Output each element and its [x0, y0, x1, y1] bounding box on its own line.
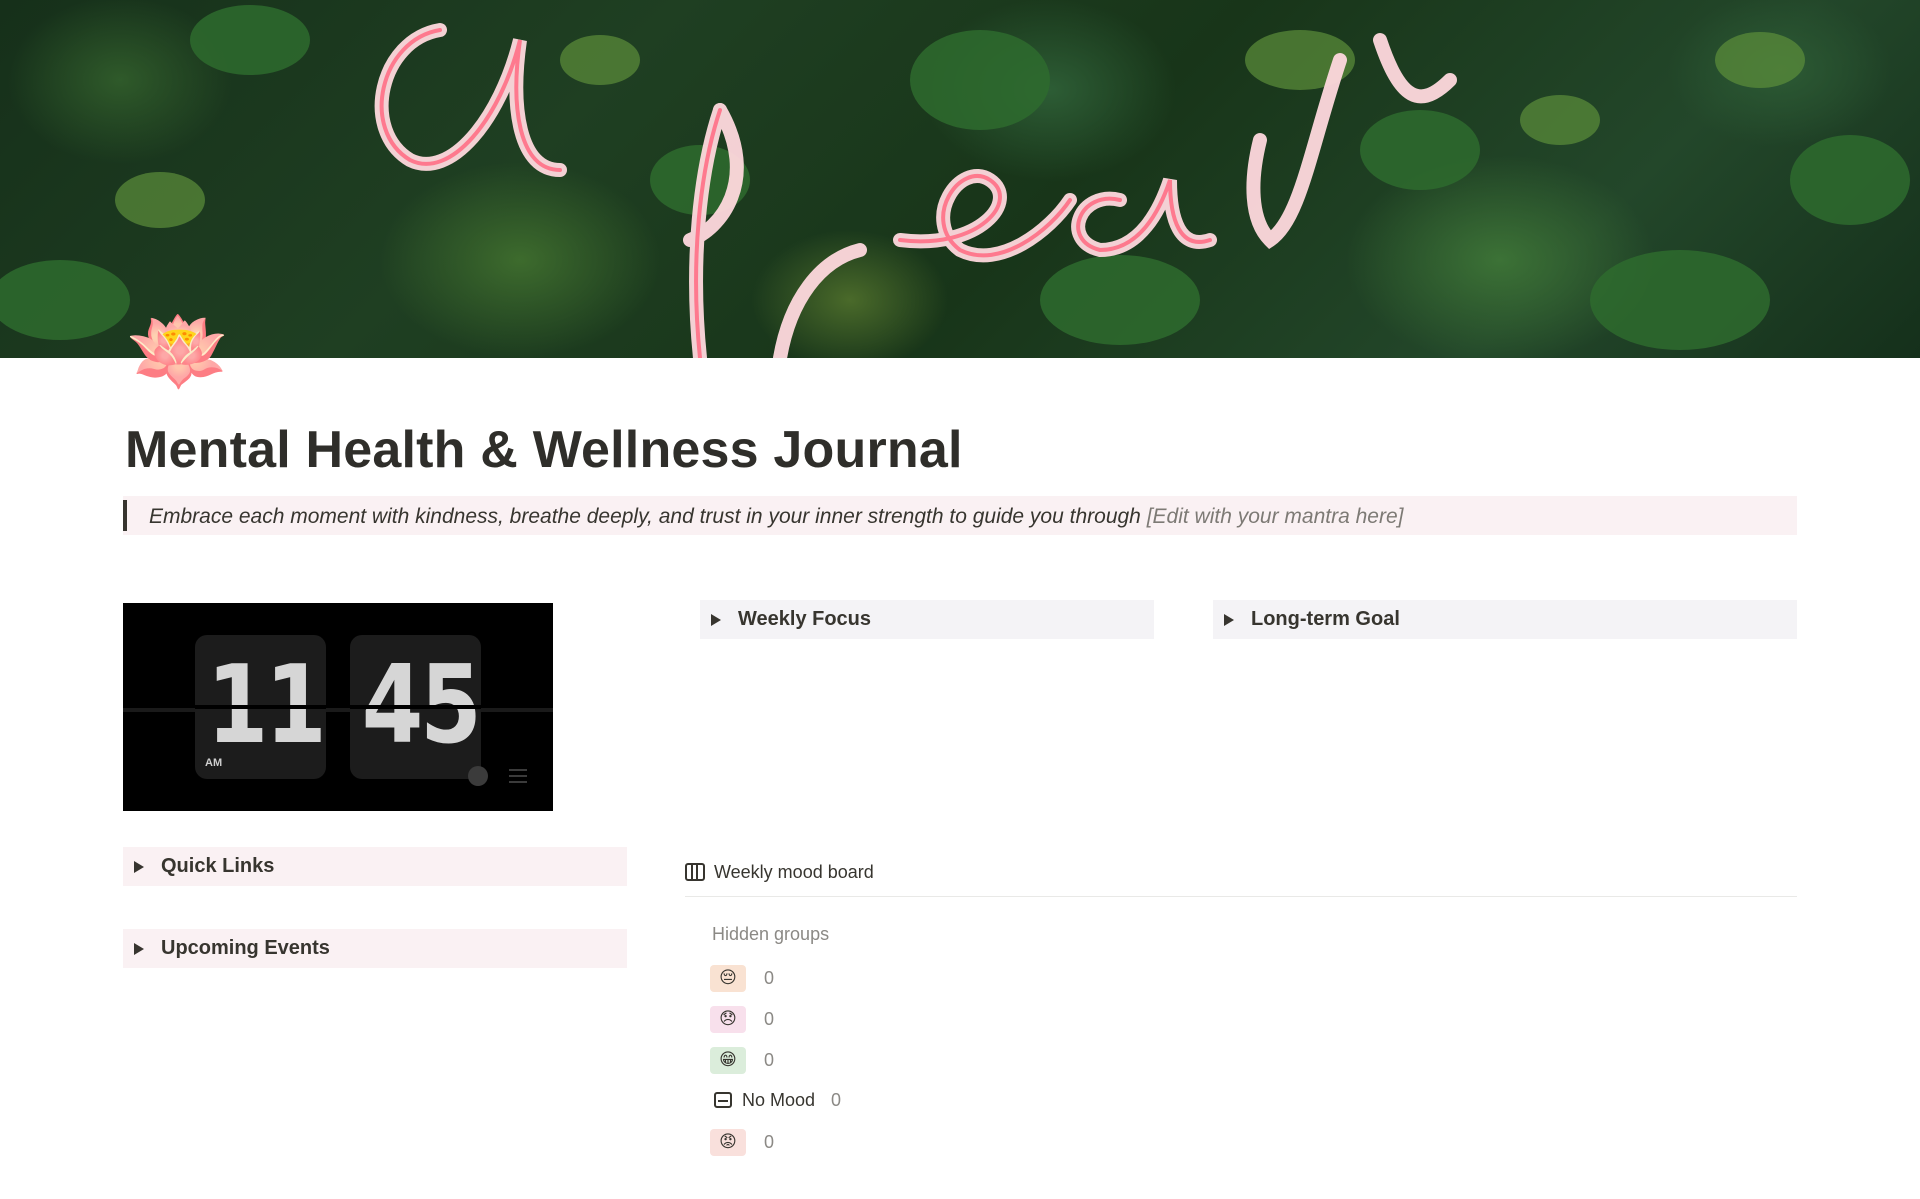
board-view-icon — [685, 863, 705, 881]
toggle-label: Weekly Focus — [738, 608, 872, 630]
mood-group-disappointed[interactable]: 😞 0 — [710, 1005, 774, 1033]
triangle-right-icon[interactable] — [711, 613, 721, 626]
neon-sign-graphic — [0, 5, 1910, 358]
clock-minutes: 45 — [361, 643, 481, 768]
triangle-right-icon[interactable] — [134, 942, 144, 955]
group-count: 0 — [764, 1049, 775, 1070]
quote-text: Embrace each moment with kindness, breat… — [149, 505, 1403, 529]
toggle-upcoming-events[interactable]: Upcoming Events — [123, 929, 627, 968]
hour-card: 11 AM — [195, 635, 326, 779]
menu-icon[interactable] — [509, 769, 527, 783]
clock-hours: 11 — [206, 643, 326, 768]
mood-group-angry[interactable]: 😡 0 — [710, 1128, 774, 1156]
toggle-label: Quick Links — [161, 855, 275, 877]
mood-group-grinning[interactable]: 😁 0 — [710, 1046, 774, 1074]
group-count: 0 — [831, 1089, 842, 1110]
group-count: 0 — [764, 1131, 775, 1152]
quote-hint: [Edit with your mantra here] — [1146, 505, 1404, 528]
quote-body: Embrace each moment with kindness, breat… — [149, 505, 1141, 528]
pensive-face-icon: 😔 — [710, 964, 746, 992]
toggle-label: Upcoming Events — [161, 937, 330, 959]
group-count: 0 — [764, 967, 775, 988]
toggle-weekly-focus[interactable]: Weekly Focus — [700, 600, 1154, 639]
lotus-icon[interactable]: 🪷 — [126, 306, 244, 396]
mood-board-header[interactable]: Weekly mood board — [685, 856, 874, 888]
triangle-right-icon[interactable] — [134, 860, 144, 873]
flip-clock-embed[interactable]: 11 AM 45 — [123, 603, 553, 811]
disappointed-face-icon: 😞 — [710, 1005, 746, 1033]
board-divider — [685, 896, 1797, 897]
no-mood-label: No Mood — [742, 1089, 816, 1110]
group-count: 0 — [764, 1008, 775, 1029]
angry-face-icon: 😡 — [710, 1128, 746, 1156]
clock-divider-line — [123, 708, 553, 712]
toggle-label: Long-term Goal — [1251, 608, 1400, 630]
page-title[interactable]: Mental Health & Wellness Journal — [125, 420, 963, 480]
quote-bar — [123, 500, 127, 531]
mantra-quote[interactable]: Embrace each moment with kindness, breat… — [123, 496, 1797, 535]
mood-group-pensive[interactable]: 😔 0 — [710, 964, 774, 992]
toggle-quick-links[interactable]: Quick Links — [123, 847, 627, 886]
inbox-icon — [714, 1092, 732, 1108]
toggle-long-term-goal[interactable]: Long-term Goal — [1213, 600, 1797, 639]
grinning-face-icon: 😁 — [710, 1046, 746, 1074]
mood-board-title[interactable]: Weekly mood board — [714, 862, 874, 883]
clock-period: AM — [205, 757, 223, 769]
mood-group-no-mood[interactable]: No Mood 0 — [710, 1086, 841, 1114]
minute-card: 45 — [350, 635, 481, 779]
theme-toggle-icon[interactable] — [468, 766, 488, 786]
triangle-right-icon[interactable] — [1224, 613, 1234, 626]
cover-image[interactable] — [0, 0, 1920, 358]
hidden-groups-label[interactable]: Hidden groups — [712, 924, 829, 945]
